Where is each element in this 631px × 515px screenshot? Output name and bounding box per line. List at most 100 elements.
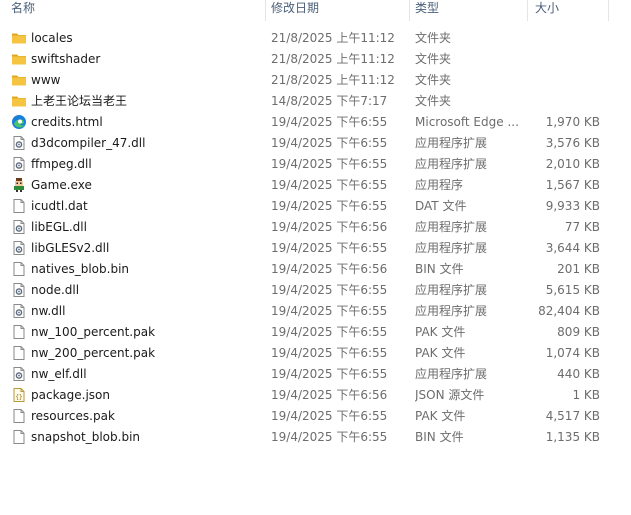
column-header-size[interactable]: 大小 bbox=[535, 0, 559, 21]
file-row[interactable]: swiftshader 21/8/2025 上午11:12 文件夹 bbox=[0, 49, 631, 70]
file-modified-date: 19/4/2025 下午6:56 bbox=[271, 388, 388, 402]
file-modified-date: 19/4/2025 下午6:55 bbox=[271, 283, 388, 297]
dll-icon bbox=[11, 303, 27, 319]
column-header-type[interactable]: 类型 bbox=[415, 0, 439, 21]
file-row[interactable]: snapshot_blob.bin 19/4/2025 下午6:55 BIN 文件 1… bbox=[0, 427, 631, 448]
file-icon bbox=[11, 429, 27, 445]
file-size bbox=[529, 91, 600, 112]
edge-icon bbox=[11, 114, 27, 130]
file-row[interactable]: icudtl.dat 19/4/2025 下午6:55 DAT 文件 9,933 KB bbox=[0, 196, 631, 217]
file-type: Microsoft Edge ... bbox=[415, 115, 519, 129]
file-name: nw.dll bbox=[31, 304, 66, 318]
file-icon bbox=[11, 345, 27, 361]
file-type: 应用程序扩展 bbox=[415, 304, 488, 318]
file-row[interactable]: credits.html 19/4/2025 下午6:55 Microsoft Ed… bbox=[0, 112, 631, 133]
file-row[interactable]: Game.exe 19/4/2025 下午6:55 应用程序 1,567 KB bbox=[0, 175, 631, 196]
file-type: 文件夹 bbox=[415, 73, 452, 87]
column-header-name[interactable]: 名称 bbox=[11, 0, 35, 21]
file-modified-date: 21/8/2025 上午11:12 bbox=[271, 31, 395, 45]
column-header-date[interactable]: 修改日期 bbox=[271, 0, 319, 21]
file-size bbox=[529, 49, 600, 70]
file-modified-date: 19/4/2025 下午6:55 bbox=[271, 304, 388, 318]
file-row[interactable]: locales 21/8/2025 上午11:12 文件夹 bbox=[0, 28, 631, 49]
file-size: 1,970 KB bbox=[545, 115, 600, 129]
file-name: node.dll bbox=[31, 283, 80, 297]
file-size: 201 KB bbox=[557, 262, 600, 276]
file-type: 应用程序扩展 bbox=[415, 283, 488, 297]
file-icon bbox=[11, 261, 27, 277]
file-modified-date: 21/8/2025 上午11:12 bbox=[271, 73, 395, 87]
file-size: 82,404 KB bbox=[538, 304, 600, 318]
file-name: libEGL.dll bbox=[31, 220, 87, 234]
file-modified-date: 19/4/2025 下午6:56 bbox=[271, 220, 388, 234]
file-type: 应用程序扩展 bbox=[415, 157, 488, 171]
file-row[interactable]: libEGL.dll 19/4/2025 下午6:56 应用程序扩展 77 KB bbox=[0, 217, 631, 238]
file-name: locales bbox=[31, 31, 73, 45]
file-name: icudtl.dat bbox=[31, 199, 88, 213]
file-type: 应用程序扩展 bbox=[415, 220, 488, 234]
file-size: 1 KB bbox=[572, 388, 600, 402]
file-name: nw_200_percent.pak bbox=[31, 346, 156, 360]
file-modified-date: 19/4/2025 下午6:55 bbox=[271, 241, 388, 255]
file-row[interactable]: nw_100_percent.pak 19/4/2025 下午6:55 PAK 文件… bbox=[0, 322, 631, 343]
file-modified-date: 21/8/2025 上午11:12 bbox=[271, 52, 395, 66]
column-divider[interactable] bbox=[409, 0, 410, 21]
dll-icon bbox=[11, 240, 27, 256]
folder-icon bbox=[11, 72, 27, 88]
file-row[interactable]: 上老王论坛当老王 14/8/2025 下午7:17 文件夹 bbox=[0, 91, 631, 112]
file-size: 77 KB bbox=[564, 220, 600, 234]
dll-icon bbox=[11, 156, 27, 172]
file-modified-date: 19/4/2025 下午6:55 bbox=[271, 115, 388, 129]
file-type: DAT 文件 bbox=[415, 199, 467, 213]
file-row[interactable]: resources.pak 19/4/2025 下午6:55 PAK 文件 4,517… bbox=[0, 406, 631, 427]
file-row[interactable]: node.dll 19/4/2025 下午6:55 应用程序扩展 5,615 KB bbox=[0, 280, 631, 301]
file-type: 文件夹 bbox=[415, 31, 452, 45]
file-row[interactable]: nw_elf.dll 19/4/2025 下午6:55 应用程序扩展 440 KB bbox=[0, 364, 631, 385]
file-size: 809 KB bbox=[557, 325, 600, 339]
file-type: 文件夹 bbox=[415, 52, 452, 66]
file-modified-date: 19/4/2025 下午6:55 bbox=[271, 409, 388, 423]
file-type: 应用程序扩展 bbox=[415, 367, 488, 381]
file-type: 文件夹 bbox=[415, 94, 452, 108]
file-modified-date: 14/8/2025 下午7:17 bbox=[271, 94, 388, 108]
file-row[interactable]: www 21/8/2025 上午11:12 文件夹 bbox=[0, 70, 631, 91]
svg-text:{}: {} bbox=[15, 394, 22, 401]
file-row[interactable]: nw.dll 19/4/2025 下午6:55 应用程序扩展 82,404 KB bbox=[0, 301, 631, 322]
folder-icon bbox=[11, 93, 27, 109]
file-row[interactable]: d3dcompiler_47.dll 19/4/2025 下午6:55 应用程序扩展… bbox=[0, 133, 631, 154]
file-name: natives_blob.bin bbox=[31, 262, 130, 276]
file-row[interactable]: {} package.json 19/4/2025 下午6:56 JSON 源文件 1 … bbox=[0, 385, 631, 406]
file-type: 应用程序扩展 bbox=[415, 136, 488, 150]
file-modified-date: 19/4/2025 下午6:55 bbox=[271, 136, 388, 150]
file-modified-date: 19/4/2025 下午6:55 bbox=[271, 178, 388, 192]
column-divider[interactable] bbox=[265, 0, 266, 21]
file-name: libGLESv2.dll bbox=[31, 241, 110, 255]
file-modified-date: 19/4/2025 下午6:55 bbox=[271, 430, 388, 444]
file-name: nw_100_percent.pak bbox=[31, 325, 156, 339]
folder-icon bbox=[11, 51, 27, 67]
file-name: resources.pak bbox=[31, 409, 115, 423]
file-row[interactable]: ffmpeg.dll 19/4/2025 下午6:55 应用程序扩展 2,010 KB bbox=[0, 154, 631, 175]
file-icon bbox=[11, 198, 27, 214]
file-size: 9,933 KB bbox=[545, 199, 600, 213]
column-divider[interactable] bbox=[608, 0, 609, 21]
file-name: package.json bbox=[31, 388, 111, 402]
file-size: 440 KB bbox=[557, 367, 600, 381]
file-name: d3dcompiler_47.dll bbox=[31, 136, 146, 150]
file-size: 1,567 KB bbox=[545, 178, 600, 192]
file-name: credits.html bbox=[31, 115, 103, 129]
file-row[interactable]: nw_200_percent.pak 19/4/2025 下午6:55 PAK 文件… bbox=[0, 343, 631, 364]
file-type: BIN 文件 bbox=[415, 262, 464, 276]
file-row[interactable]: libGLESv2.dll 19/4/2025 下午6:55 应用程序扩展 3,644… bbox=[0, 238, 631, 259]
file-name: Game.exe bbox=[31, 178, 92, 192]
file-name: 上老王论坛当老王 bbox=[31, 94, 128, 108]
file-size: 4,517 KB bbox=[545, 409, 600, 423]
file-type: PAK 文件 bbox=[415, 346, 466, 360]
file-name: www bbox=[31, 73, 61, 87]
file-type: PAK 文件 bbox=[415, 325, 466, 339]
file-size bbox=[529, 28, 600, 49]
file-modified-date: 19/4/2025 下午6:55 bbox=[271, 199, 388, 213]
column-divider[interactable] bbox=[527, 0, 528, 21]
json-icon: {} bbox=[11, 387, 27, 403]
file-row[interactable]: natives_blob.bin 19/4/2025 下午6:56 BIN 文件 20… bbox=[0, 259, 631, 280]
